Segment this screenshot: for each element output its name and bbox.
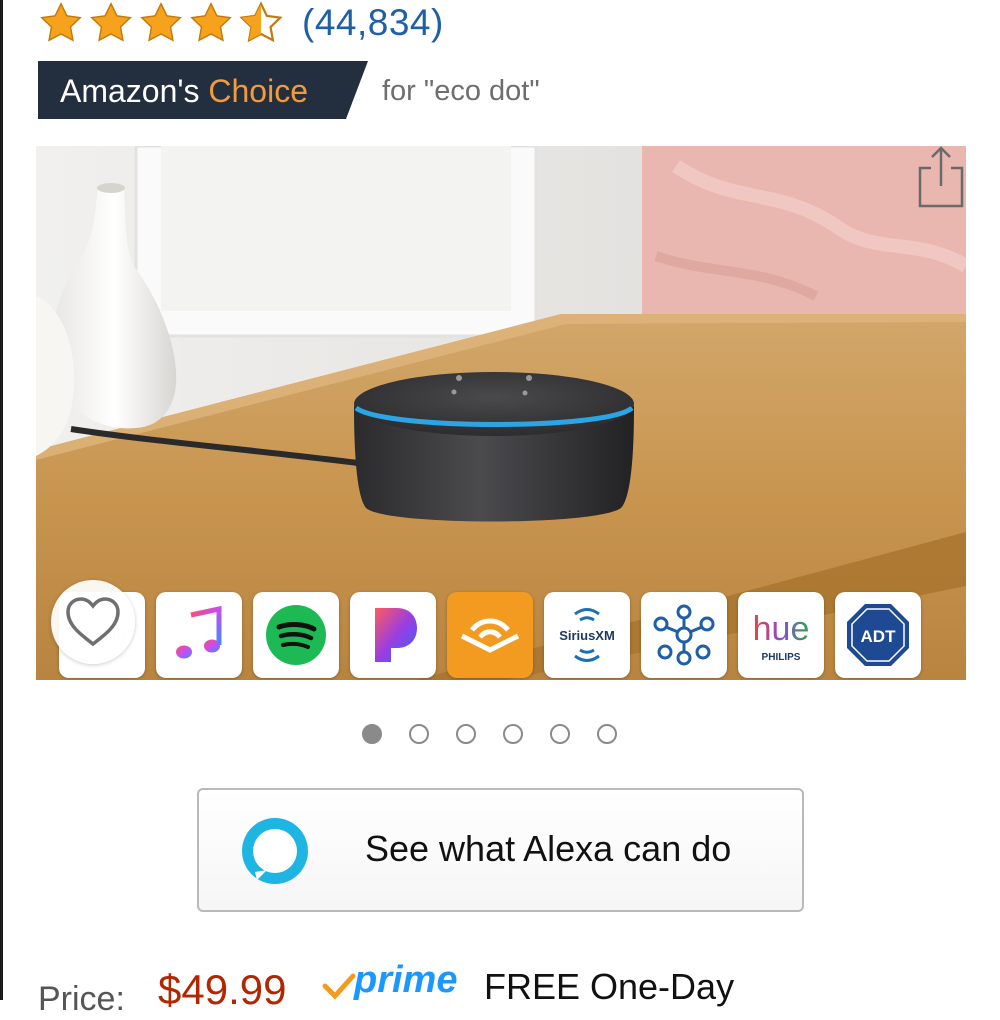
hue-text: hue bbox=[753, 610, 810, 648]
philips-hue-icon: hue PHILIPS bbox=[753, 610, 810, 663]
adt-logo: ADT bbox=[835, 592, 921, 678]
adt-text: ADT bbox=[861, 627, 897, 646]
star-icon bbox=[140, 2, 182, 42]
alexa-button-label: See what Alexa can do bbox=[365, 828, 732, 869]
carousel-dot-6[interactable] bbox=[597, 724, 617, 744]
philips-text: PHILIPS bbox=[762, 652, 801, 663]
badge-text: Amazon's Choice bbox=[60, 61, 308, 119]
siriusxm-logo: SiriusXM bbox=[544, 592, 630, 678]
review-count-link[interactable]: (44,834) bbox=[302, 2, 444, 44]
see-what-alexa-can-do-button[interactable]: See what Alexa can do bbox=[197, 788, 804, 912]
carousel-dots[interactable] bbox=[362, 724, 617, 744]
price-value: $49.99 bbox=[158, 966, 287, 1013]
carousel-dot-2[interactable] bbox=[409, 724, 429, 744]
rating-row[interactable]: (44,834) bbox=[38, 0, 444, 46]
smart-home-logo bbox=[641, 592, 727, 678]
star-icon bbox=[40, 2, 82, 42]
amazons-choice-badge: Amazon's Choice bbox=[38, 61, 368, 119]
pandora-logo bbox=[350, 592, 436, 678]
carousel-dot-4[interactable] bbox=[503, 724, 523, 744]
prime-logo: prime bbox=[354, 959, 458, 1001]
smart-home-hub-icon bbox=[653, 604, 715, 666]
apple-music-logo bbox=[156, 592, 242, 678]
badge-prefix: Amazon's bbox=[60, 73, 209, 109]
adt-octagon-icon: ADT bbox=[847, 604, 909, 666]
philips-hue-logo: hue PHILIPS bbox=[738, 592, 824, 678]
audible-logo bbox=[447, 592, 533, 678]
siriusxm-text: SiriusXM bbox=[559, 628, 615, 643]
share-icon[interactable] bbox=[916, 146, 966, 208]
carousel-dot-3[interactable] bbox=[456, 724, 476, 744]
pandora-icon bbox=[375, 608, 417, 662]
half-star-icon bbox=[239, 1, 283, 43]
carousel-dot-5[interactable] bbox=[550, 724, 570, 744]
star-icon bbox=[190, 2, 232, 42]
music-note-icon bbox=[176, 605, 222, 659]
star-rating bbox=[38, 1, 284, 45]
spotify-icon bbox=[266, 605, 326, 665]
product-image-carousel[interactable]: music bbox=[36, 146, 966, 680]
audible-icon bbox=[460, 618, 520, 653]
spotify-logo bbox=[253, 592, 339, 678]
siriusxm-icon: SiriusXM bbox=[559, 608, 615, 662]
badge-query: for "eco dot" bbox=[382, 75, 540, 107]
service-logos-row: music bbox=[59, 592, 921, 678]
left-edge-rule bbox=[0, 0, 3, 1000]
carousel-dot-1[interactable] bbox=[362, 724, 382, 744]
heart-outline-icon bbox=[66, 597, 120, 647]
delivery-text: FREE One-Day bbox=[484, 966, 735, 1007]
badge-accent: Choice bbox=[208, 73, 308, 109]
prime-check-icon bbox=[322, 973, 356, 1000]
star-icon bbox=[90, 2, 132, 42]
add-to-wishlist-button[interactable] bbox=[51, 580, 135, 664]
alexa-ring-icon bbox=[242, 818, 308, 884]
